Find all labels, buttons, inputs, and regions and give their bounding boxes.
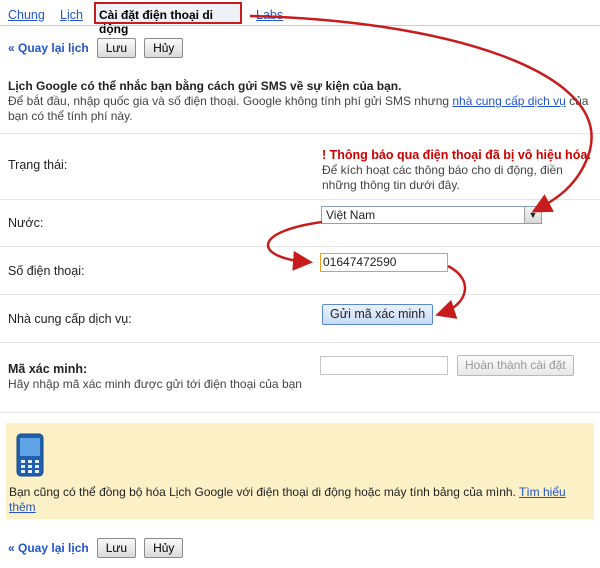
phone-number-input[interactable]: 01647472590 (320, 253, 448, 272)
intro-text: Để bắt đầu, nhập quốc gia và số điện tho… (8, 94, 596, 124)
finish-setup-button[interactable]: Hoàn thành cài đặt (457, 355, 574, 376)
row-divider (0, 412, 600, 413)
country-selected-value: Việt Nam (326, 208, 376, 222)
promo-text-body: Bạn cũng có thể đồng bộ hóa Lịch Google … (9, 485, 516, 499)
back-to-calendar-link-bottom[interactable]: « Quay lại lịch (8, 541, 89, 555)
tab-general[interactable]: Chung (8, 8, 45, 22)
back-to-calendar-link[interactable]: « Quay lại lịch (8, 41, 89, 55)
cancel-button-bottom[interactable]: Hủy (144, 538, 184, 558)
carrier-label: Nhà cung cấp dịch vụ: (8, 312, 132, 326)
status-label: Trạng thái: (8, 158, 68, 172)
row-divider (0, 294, 600, 295)
bottom-action-bar: « Quay lại lịch Lưu Hủy (8, 537, 184, 559)
save-button-bottom[interactable]: Lưu (96, 538, 137, 558)
top-action-bar: « Quay lại lịch Lưu Hủy (8, 37, 184, 59)
row-divider (0, 199, 600, 200)
tab-labs[interactable]: Labs (256, 8, 283, 22)
save-button[interactable]: Lưu (96, 38, 137, 58)
intro-title: Lịch Google có thể nhắc bạn bằng cách gử… (8, 79, 402, 93)
chevron-down-icon[interactable]: ▼ (524, 207, 541, 223)
arrow-country-to-phone (266, 220, 323, 271)
verification-hint: Hãy nhập mã xác minh được gửi tới điện t… (8, 377, 302, 391)
send-verification-code-button[interactable]: Gửi mã xác minh (322, 304, 434, 325)
row-divider (0, 246, 600, 247)
verification-label: Mã xác minh: (8, 362, 88, 376)
carrier-link[interactable]: nhà cung cấp dịch vụ (452, 94, 565, 108)
intro-text-before: Để bắt đầu, nhập quốc gia và số điện tho… (8, 94, 453, 108)
country-select[interactable]: Việt Nam ▼ (321, 206, 542, 224)
verification-code-input[interactable] (320, 356, 448, 375)
status-warning: ! Thông báo qua điện thoại đã bị vô hiệu… (322, 148, 592, 193)
tabs-divider (0, 25, 600, 26)
cancel-button[interactable]: Hủy (144, 38, 184, 58)
row-divider (0, 133, 600, 134)
country-label: Nước: (8, 216, 44, 230)
intro-section: Lịch Google có thể nhắc bạn bằng cách gử… (8, 79, 596, 124)
promo-text: Bạn cũng có thể đồng bộ hóa Lịch Google … (9, 485, 589, 515)
settings-tabs: Chung Lịch Cài đặt điện thoại di động La… (0, 0, 600, 36)
tab-calendars[interactable]: Lịch (60, 8, 83, 22)
warning-text: Để kích hoạt các thông báo cho di động, … (322, 163, 563, 192)
phone-label: Số điện thoại: (8, 264, 85, 278)
exclamation-icon: ! (322, 148, 330, 162)
mobile-sync-promo: Bạn cũng có thể đồng bộ hóa Lịch Google … (6, 423, 594, 519)
arrow-phone-to-send (435, 264, 467, 319)
tab-mobile-settings[interactable]: Cài đặt điện thoại di động (94, 2, 242, 36)
mobile-phone-icon (16, 433, 44, 477)
row-divider (0, 342, 600, 343)
warning-title: Thông báo qua điện thoại đã bị vô hiệu h… (329, 148, 591, 162)
